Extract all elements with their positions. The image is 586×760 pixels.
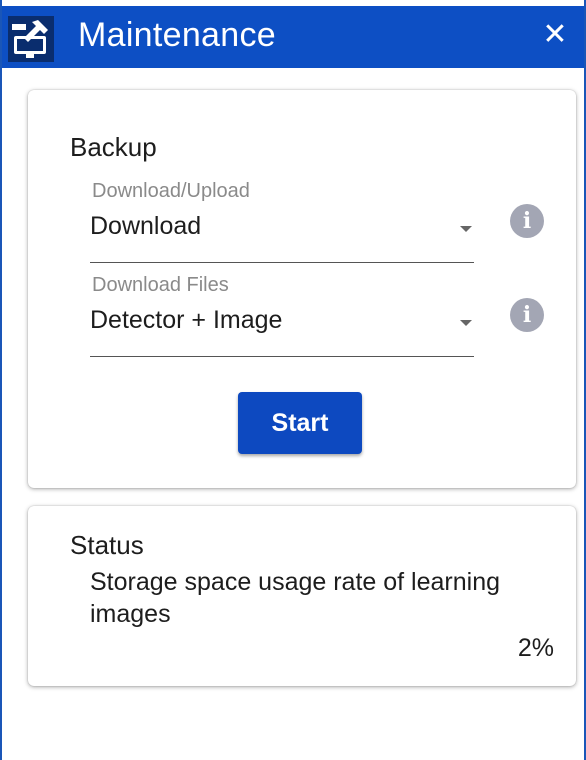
caret-down-icon[interactable] xyxy=(460,320,472,326)
start-button[interactable]: Start xyxy=(238,392,362,454)
status-card: Status Storage space usage rate of learn… xyxy=(28,506,576,686)
wrench-monitor-icon xyxy=(8,16,54,62)
close-icon[interactable]: ✕ xyxy=(540,20,570,50)
status-title: Status xyxy=(70,530,144,560)
backup-card: Backup Download/Upload Download i Downlo… xyxy=(28,90,576,488)
download-files-select[interactable]: Download Files Detector + Image xyxy=(90,274,474,357)
maintenance-window: Maintenance ✕ Backup Download/Upload Dow… xyxy=(0,0,586,760)
download-upload-select[interactable]: Download/Upload Download xyxy=(90,180,474,263)
download-upload-value: Download xyxy=(90,212,202,240)
storage-usage-label: Storage space usage rate of learning ima… xyxy=(90,568,500,628)
download-files-value: Detector + Image xyxy=(90,306,283,334)
window-title: Maintenance xyxy=(78,16,276,54)
download-files-label: Download Files xyxy=(92,274,229,296)
caret-down-icon[interactable] xyxy=(460,226,472,232)
title-bar: Maintenance ✕ xyxy=(2,6,584,68)
backup-title: Backup xyxy=(70,132,157,162)
download-upload-label: Download/Upload xyxy=(92,180,250,202)
info-icon[interactable]: i xyxy=(510,298,544,332)
storage-usage-value: 2% xyxy=(517,634,554,662)
info-icon[interactable]: i xyxy=(510,204,544,238)
